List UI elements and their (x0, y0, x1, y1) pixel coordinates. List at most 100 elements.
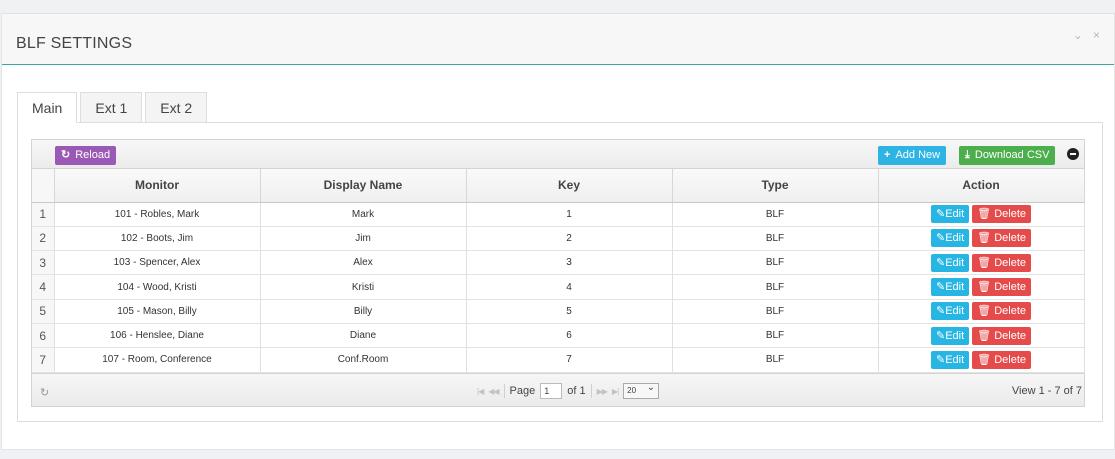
view-records-label: View 1 - 7 of 7 (1011, 385, 1082, 397)
page-number-input[interactable]: 1 (540, 383, 563, 399)
trash-icon: 🗑 (977, 232, 995, 245)
edit-label: Edit (945, 281, 965, 294)
delete-label: Delete (994, 305, 1026, 318)
delete-label: Delete (994, 208, 1026, 221)
col-monitor[interactable]: Monitor (54, 169, 261, 203)
edit-button[interactable]: ✎Edit (930, 302, 970, 321)
display-name-cell: Jim (260, 226, 467, 252)
monitor-cell: 105 - Mason, Billy (54, 299, 261, 324)
row-number: 7 (32, 347, 55, 373)
table-row[interactable]: 7 107 - Room, Conference Conf.Room 7 BLF ✎Edi… (32, 347, 1085, 373)
type-cell: BLF (672, 299, 879, 324)
edit-icon: ✎ (935, 256, 946, 269)
blf-settings-panel: BLF SETTINGS ⌄ × Main Ext 1 Ext 2 ↻ Reloa… (1, 13, 1115, 450)
col-display-name[interactable]: Display Name (260, 169, 467, 203)
panel-title: BLF SETTINGS (16, 35, 133, 52)
edit-label: Edit (945, 305, 965, 318)
add-new-label: Add New (895, 149, 941, 161)
refresh-icon: ↻ (61, 149, 71, 161)
prev-page-icon[interactable]: ◀◀ (488, 387, 499, 396)
row-number: 2 (32, 226, 55, 252)
row-number: 6 (32, 323, 55, 349)
col-type[interactable]: Type (672, 169, 879, 203)
delete-button[interactable]: 🗑 Delete (972, 326, 1031, 345)
tab-main[interactable]: Main (17, 92, 78, 123)
blf-grid: ↻Reload +Add New ⤓Download CSV Monito (31, 139, 1085, 407)
delete-label: Delete (994, 232, 1026, 245)
page-label: Page (509, 385, 536, 397)
edit-button[interactable]: ✎Edit (930, 278, 970, 297)
delete-button[interactable]: 🗑 Delete (972, 253, 1031, 272)
delete-label: Delete (994, 256, 1026, 269)
page-of-label: of 1 (567, 385, 586, 397)
type-cell: BLF (672, 202, 879, 227)
collapse-icon[interactable]: ⌄ (1073, 28, 1083, 42)
action-cell: ✎Edit 🗑 Delete (878, 347, 1085, 373)
blf-table: Monitor Display Name Key Type Action 1 10… (32, 169, 1085, 373)
delete-button[interactable]: 🗑 Delete (972, 350, 1031, 369)
key-cell: 7 (466, 347, 673, 373)
first-page-icon[interactable]: |◀ (477, 387, 484, 396)
trash-icon: 🗑 (977, 305, 995, 318)
monitor-cell: 103 - Spencer, Alex (54, 250, 261, 276)
action-cell: ✎Edit 🗑 Delete (878, 323, 1085, 349)
table-row[interactable]: 2 102 - Boots, Jim Jim 2 BLF ✎Edit 🗑 Delete (32, 226, 1085, 252)
edit-label: Edit (945, 353, 965, 366)
edit-label: Edit (945, 329, 965, 342)
trash-icon: 🗑 (977, 281, 995, 294)
edit-icon: ✎ (935, 305, 946, 318)
edit-icon: ✎ (935, 329, 946, 342)
monitor-cell: 102 - Boots, Jim (54, 226, 261, 252)
type-cell: BLF (672, 274, 879, 300)
plus-icon: + (884, 149, 891, 161)
tab-ext-2[interactable]: Ext 2 (145, 92, 208, 123)
reload-button[interactable]: ↻ Reload (55, 146, 117, 165)
display-name-cell: Diane (260, 323, 467, 349)
edit-button[interactable]: ✎Edit (930, 253, 970, 272)
action-cell: ✎Edit 🗑 Delete (878, 202, 1085, 227)
key-cell: 3 (466, 250, 673, 276)
reload-label: Reload (75, 149, 111, 161)
delete-button[interactable]: 🗑 Delete (972, 205, 1031, 224)
delete-button[interactable]: 🗑 Delete (972, 229, 1031, 248)
tab-ext-1[interactable]: Ext 1 (80, 92, 143, 123)
edit-button[interactable]: ✎Edit (930, 350, 970, 369)
table-row[interactable]: 4 104 - Wood, Kristi Kristi 4 BLF ✎Edit 🗑 Dele… (32, 274, 1085, 300)
delete-label: Delete (994, 329, 1026, 342)
add-new-button[interactable]: + Add New (878, 146, 947, 165)
delete-button[interactable]: 🗑 Delete (972, 278, 1031, 297)
table-header-row: Monitor Display Name Key Type Action (32, 169, 1085, 203)
action-cell: ✎Edit 🗑 Delete (878, 250, 1085, 276)
rows-per-page-select[interactable]: 20 (623, 381, 660, 399)
delete-button[interactable]: 🗑 Delete (972, 302, 1031, 321)
monitor-cell: 101 - Robles, Mark (54, 202, 261, 227)
download-csv-label: Download CSV (974, 149, 1050, 161)
collapse-grid-icon[interactable] (1067, 148, 1079, 160)
col-key[interactable]: Key (466, 169, 673, 203)
col-action: Action (878, 169, 1085, 203)
display-name-cell: Mark (260, 202, 467, 227)
last-page-icon[interactable]: ▶| (612, 387, 619, 396)
edit-icon: ✎ (935, 353, 946, 366)
table-row[interactable]: 3 103 - Spencer, Alex Alex 3 BLF ✎Edit 🗑 Delet… (32, 250, 1085, 276)
refresh-grid-icon[interactable]: ↻ (40, 386, 49, 399)
delete-label: Delete (994, 353, 1026, 366)
close-icon[interactable]: × (1093, 28, 1100, 42)
type-cell: BLF (672, 323, 879, 349)
row-number: 1 (32, 202, 55, 227)
edit-button[interactable]: ✎Edit (930, 229, 970, 248)
row-number: 4 (32, 274, 55, 300)
edit-icon: ✎ (935, 232, 946, 245)
key-cell: 2 (466, 226, 673, 252)
edit-button[interactable]: ✎Edit (930, 326, 970, 345)
tab-content: ↻Reload +Add New ⤓Download CSV Monito (17, 122, 1103, 422)
table-row[interactable]: 5 105 - Mason, Billy Billy 5 BLF ✎Edit 🗑 Delet… (32, 299, 1085, 324)
download-csv-button[interactable]: ⤓ Download CSV (959, 146, 1056, 165)
edit-button[interactable]: ✎Edit (930, 205, 970, 224)
next-page-icon[interactable]: ▶▶ (597, 387, 608, 396)
monitor-cell: 106 - Henslee, Diane (54, 323, 261, 349)
table-row[interactable]: 1 101 - Robles, Mark Mark 1 BLF ✎Edit 🗑 Delete (32, 202, 1085, 227)
row-number: 3 (32, 250, 55, 276)
table-row[interactable]: 6 106 - Henslee, Diane Diane 6 BLF ✎Edit 🗑 Del… (32, 323, 1085, 349)
edit-icon: ✎ (935, 208, 946, 221)
